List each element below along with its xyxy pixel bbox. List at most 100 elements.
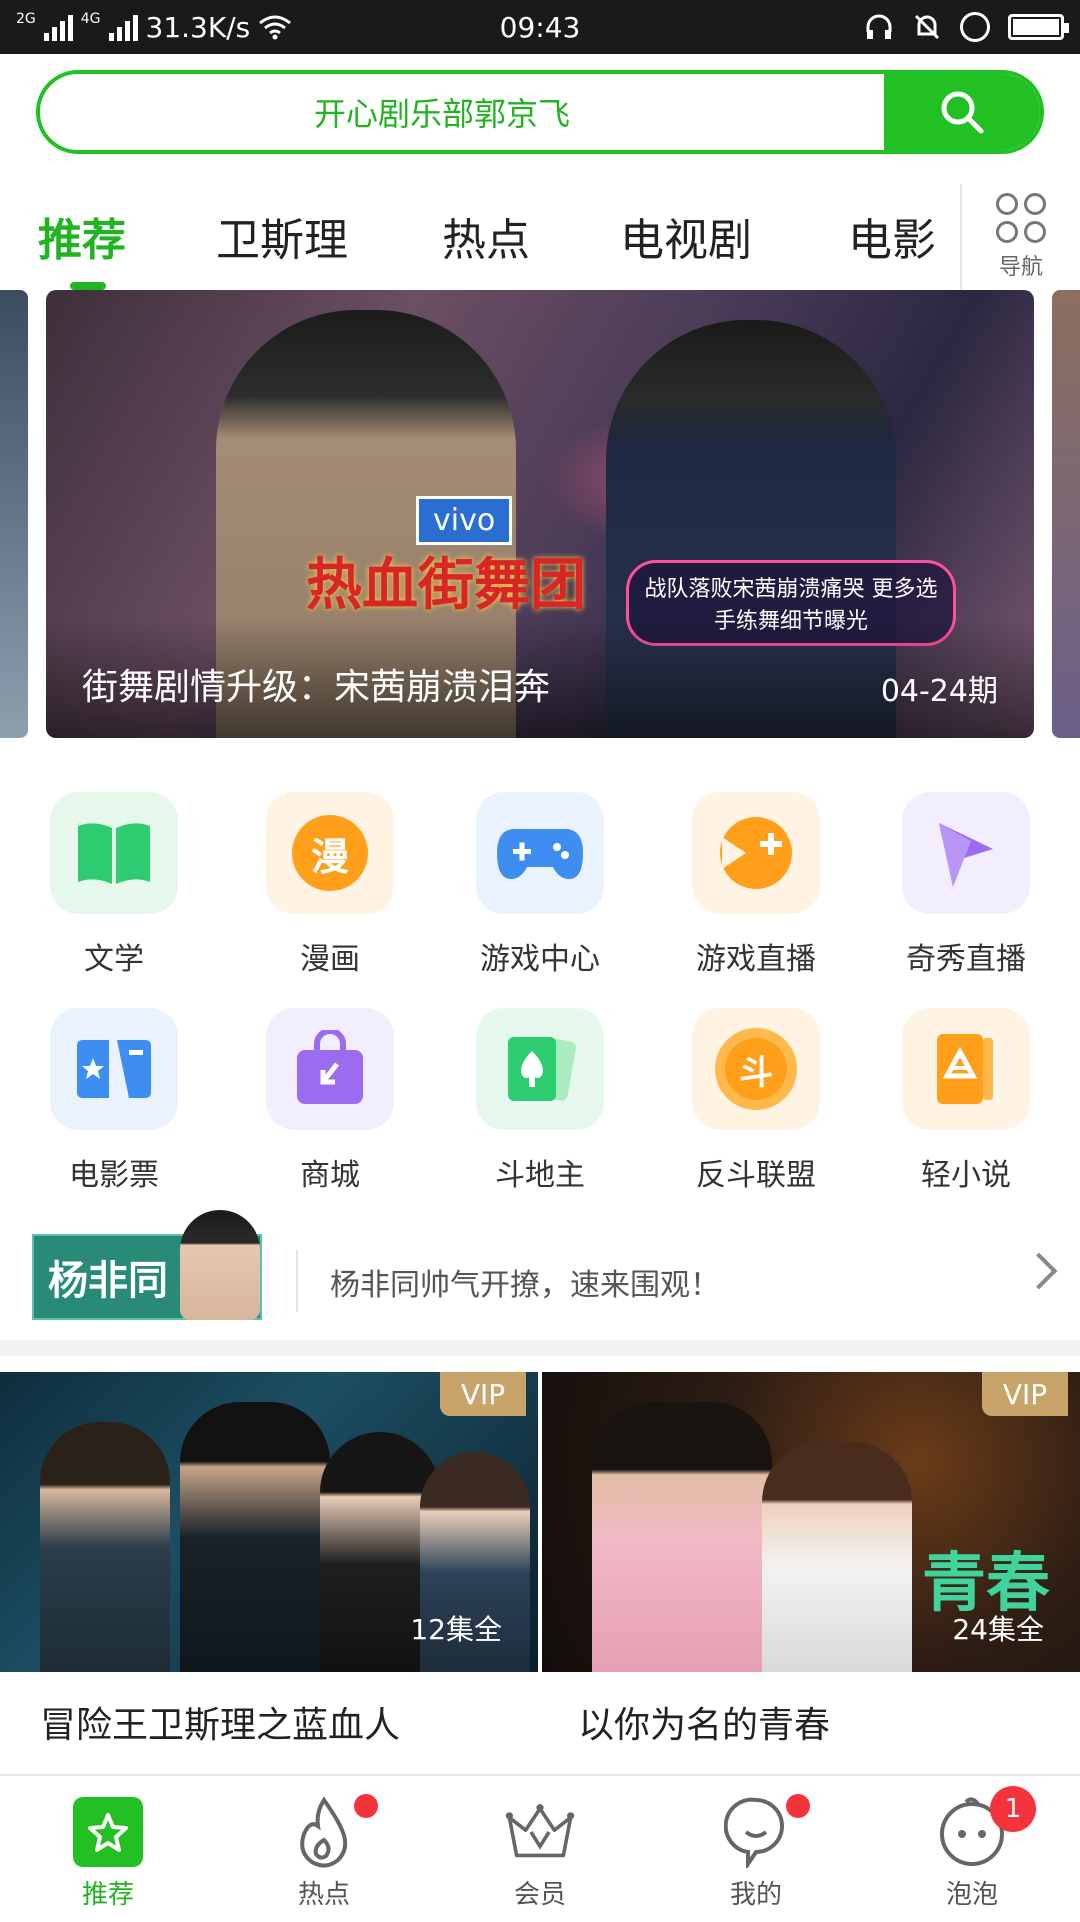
user-icon bbox=[720, 1794, 810, 1868]
app-light-novel[interactable]: 轻小说 bbox=[858, 984, 1074, 1194]
bottom-nav-mine[interactable]: 我的 bbox=[648, 1776, 864, 1922]
dou-alliance-icon: 斗 bbox=[692, 1008, 820, 1130]
header: 开心剧乐部郭京飞 推荐 卫斯理 热点 电视剧 电影 导航 bbox=[0, 54, 1080, 290]
app-game-center[interactable]: 游戏中心 bbox=[432, 768, 648, 978]
tab-hotspot[interactable]: 热点 bbox=[442, 204, 530, 268]
shopping-bag-icon bbox=[266, 1008, 394, 1130]
banner-slide[interactable]: vivo 热血街舞团 战队落败宋茜崩溃痛哭 更多选手练舞细节曝光 街舞剧情升级：… bbox=[46, 290, 1034, 738]
bottom-nav-label: 泡泡 bbox=[945, 1880, 998, 1910]
status-bar: 2G 4G 31.3K/s 09:43 bbox=[0, 0, 1080, 54]
brand-logo: vivo bbox=[416, 496, 513, 545]
bottom-nav: 推荐 热点 会员 我的 1 泡泡 bbox=[0, 1774, 1080, 1920]
search-bar[interactable]: 开心剧乐部郭京飞 bbox=[36, 70, 1044, 154]
gamepad-icon bbox=[476, 792, 604, 914]
active-tab-indicator bbox=[70, 282, 106, 290]
card-title[interactable]: 以你为名的青春 bbox=[578, 1696, 830, 1748]
celebrity-promo[interactable]: 杨非同 杨非同帅气开撩，速来围观！ bbox=[0, 1208, 1080, 1356]
crown-icon bbox=[504, 1796, 576, 1868]
bottom-nav-vip[interactable]: 会员 bbox=[432, 1776, 648, 1922]
content-cards: VIP 12集全 冒险王卫斯理之蓝血人 青春 VIP 24集全 以你为名的青春 bbox=[0, 1372, 1080, 1772]
banner-prev-peek[interactable] bbox=[0, 290, 28, 738]
notification-badge: 1 bbox=[990, 1786, 1036, 1832]
app-label: 文学 bbox=[84, 942, 144, 977]
notification-dot bbox=[786, 1794, 810, 1818]
grid-icon bbox=[996, 193, 1046, 243]
banner-next-peek[interactable] bbox=[1052, 290, 1080, 738]
app-movie-ticket[interactable]: 电影票 bbox=[6, 984, 222, 1194]
network-type-1: 2G bbox=[16, 11, 36, 27]
flame-icon bbox=[288, 1794, 378, 1868]
vip-badge: VIP bbox=[440, 1372, 526, 1416]
content-card[interactable]: VIP 12集全 冒险王卫斯理之蓝血人 bbox=[0, 1372, 538, 1772]
episode-count: 12集全 bbox=[410, 1613, 502, 1646]
bottom-nav-label: 我的 bbox=[729, 1880, 782, 1910]
bottom-nav-paopao[interactable]: 1 泡泡 bbox=[864, 1776, 1080, 1922]
bottom-nav-hotspot[interactable]: 热点 bbox=[216, 1776, 432, 1922]
tab-recommend[interactable]: 推荐 bbox=[38, 204, 126, 268]
card-poster[interactable]: 青春 VIP 24集全 bbox=[542, 1372, 1080, 1672]
app-label: 斗地主 bbox=[495, 1158, 585, 1193]
light-novel-icon bbox=[902, 1008, 1030, 1130]
wifi-icon bbox=[259, 15, 292, 40]
card-title[interactable]: 冒险王卫斯理之蓝血人 bbox=[40, 1696, 400, 1748]
app-comic[interactable]: 漫 漫画 bbox=[222, 768, 438, 978]
book-icon bbox=[50, 792, 178, 914]
channel-tabs: 推荐 卫斯理 热点 电视剧 电影 导航 bbox=[0, 184, 1080, 290]
search-icon bbox=[941, 91, 984, 134]
tab-weisili[interactable]: 卫斯理 bbox=[216, 204, 348, 268]
app-label: 轻小说 bbox=[921, 1158, 1011, 1193]
bubble-icon: 1 bbox=[936, 1786, 1036, 1868]
tab-movie[interactable]: 电影 bbox=[848, 204, 936, 268]
tab-tv-series[interactable]: 电视剧 bbox=[620, 204, 752, 268]
notification-dot bbox=[354, 1794, 378, 1818]
episode-count: 24集全 bbox=[952, 1613, 1044, 1646]
bottom-nav-recommend[interactable]: 推荐 bbox=[0, 1776, 216, 1922]
poker-icon bbox=[476, 1008, 604, 1130]
card-poster[interactable]: VIP 12集全 bbox=[0, 1372, 538, 1672]
battery-icon bbox=[1008, 14, 1069, 40]
app-literature[interactable]: 文学 bbox=[6, 768, 222, 978]
star-icon bbox=[72, 1796, 144, 1868]
game-live-icon bbox=[692, 792, 820, 914]
show-live-icon bbox=[902, 792, 1030, 914]
vip-badge: VIP bbox=[982, 1372, 1068, 1416]
clock: 09:43 bbox=[499, 10, 581, 44]
movie-ticket-icon bbox=[50, 1008, 178, 1130]
banner-caption: 街舞剧情升级：宋茜崩溃泪奔 bbox=[82, 667, 551, 708]
banner-carousel[interactable]: vivo 热血街舞团 战队落败宋茜崩溃痛哭 更多选手练舞细节曝光 街舞剧情升级：… bbox=[0, 290, 1080, 768]
app-label: 游戏直播 bbox=[696, 942, 816, 977]
app-grid: 文学 漫 漫画 游戏中心 游戏直播 奇秀直播 电影票 商城 斗地主 斗 反斗联盟… bbox=[0, 768, 1080, 1208]
app-label: 奇秀直播 bbox=[906, 942, 1026, 977]
celebrity-avatar bbox=[180, 1210, 260, 1320]
app-label: 商城 bbox=[300, 1158, 360, 1193]
content-card[interactable]: 青春 VIP 24集全 以你为名的青春 bbox=[542, 1372, 1080, 1772]
nav-button[interactable]: 导航 bbox=[960, 184, 1080, 290]
headphone-icon bbox=[866, 14, 892, 39]
bottom-nav-label: 会员 bbox=[513, 1880, 566, 1910]
banner-episode: 04-24期 bbox=[880, 674, 998, 709]
show-logo: 热血街舞团 bbox=[306, 553, 586, 618]
search-input[interactable]: 开心剧乐部郭京飞 bbox=[40, 74, 884, 150]
alarm-icon bbox=[960, 12, 990, 42]
signal-icon-2 bbox=[108, 13, 138, 41]
mute-bell-icon bbox=[914, 14, 940, 40]
app-label: 漫画 bbox=[300, 942, 360, 977]
app-label: 反斗联盟 bbox=[696, 1158, 816, 1193]
app-mall[interactable]: 商城 bbox=[222, 984, 438, 1194]
comic-icon: 漫 bbox=[266, 792, 394, 914]
chevron-right-icon[interactable] bbox=[1020, 1252, 1058, 1290]
network-speed: 31.3K/s bbox=[145, 10, 251, 44]
app-doudizhu[interactable]: 斗地主 bbox=[432, 984, 648, 1194]
network-type-2: 4G bbox=[80, 11, 101, 27]
app-game-live[interactable]: 游戏直播 bbox=[648, 768, 864, 978]
bottom-nav-label: 热点 bbox=[297, 1880, 350, 1910]
app-dou-alliance[interactable]: 斗 反斗联盟 bbox=[648, 984, 864, 1194]
app-label: 游戏中心 bbox=[480, 942, 600, 977]
nav-label: 导航 bbox=[998, 255, 1043, 280]
app-show-live[interactable]: 奇秀直播 bbox=[858, 768, 1074, 978]
search-button[interactable] bbox=[884, 74, 1040, 150]
bottom-nav-label: 推荐 bbox=[81, 1880, 134, 1910]
signal-icon bbox=[43, 13, 73, 41]
app-label: 电影票 bbox=[69, 1158, 159, 1193]
promo-text: 杨非同帅气开撩，速来围观！ bbox=[330, 1268, 720, 1303]
